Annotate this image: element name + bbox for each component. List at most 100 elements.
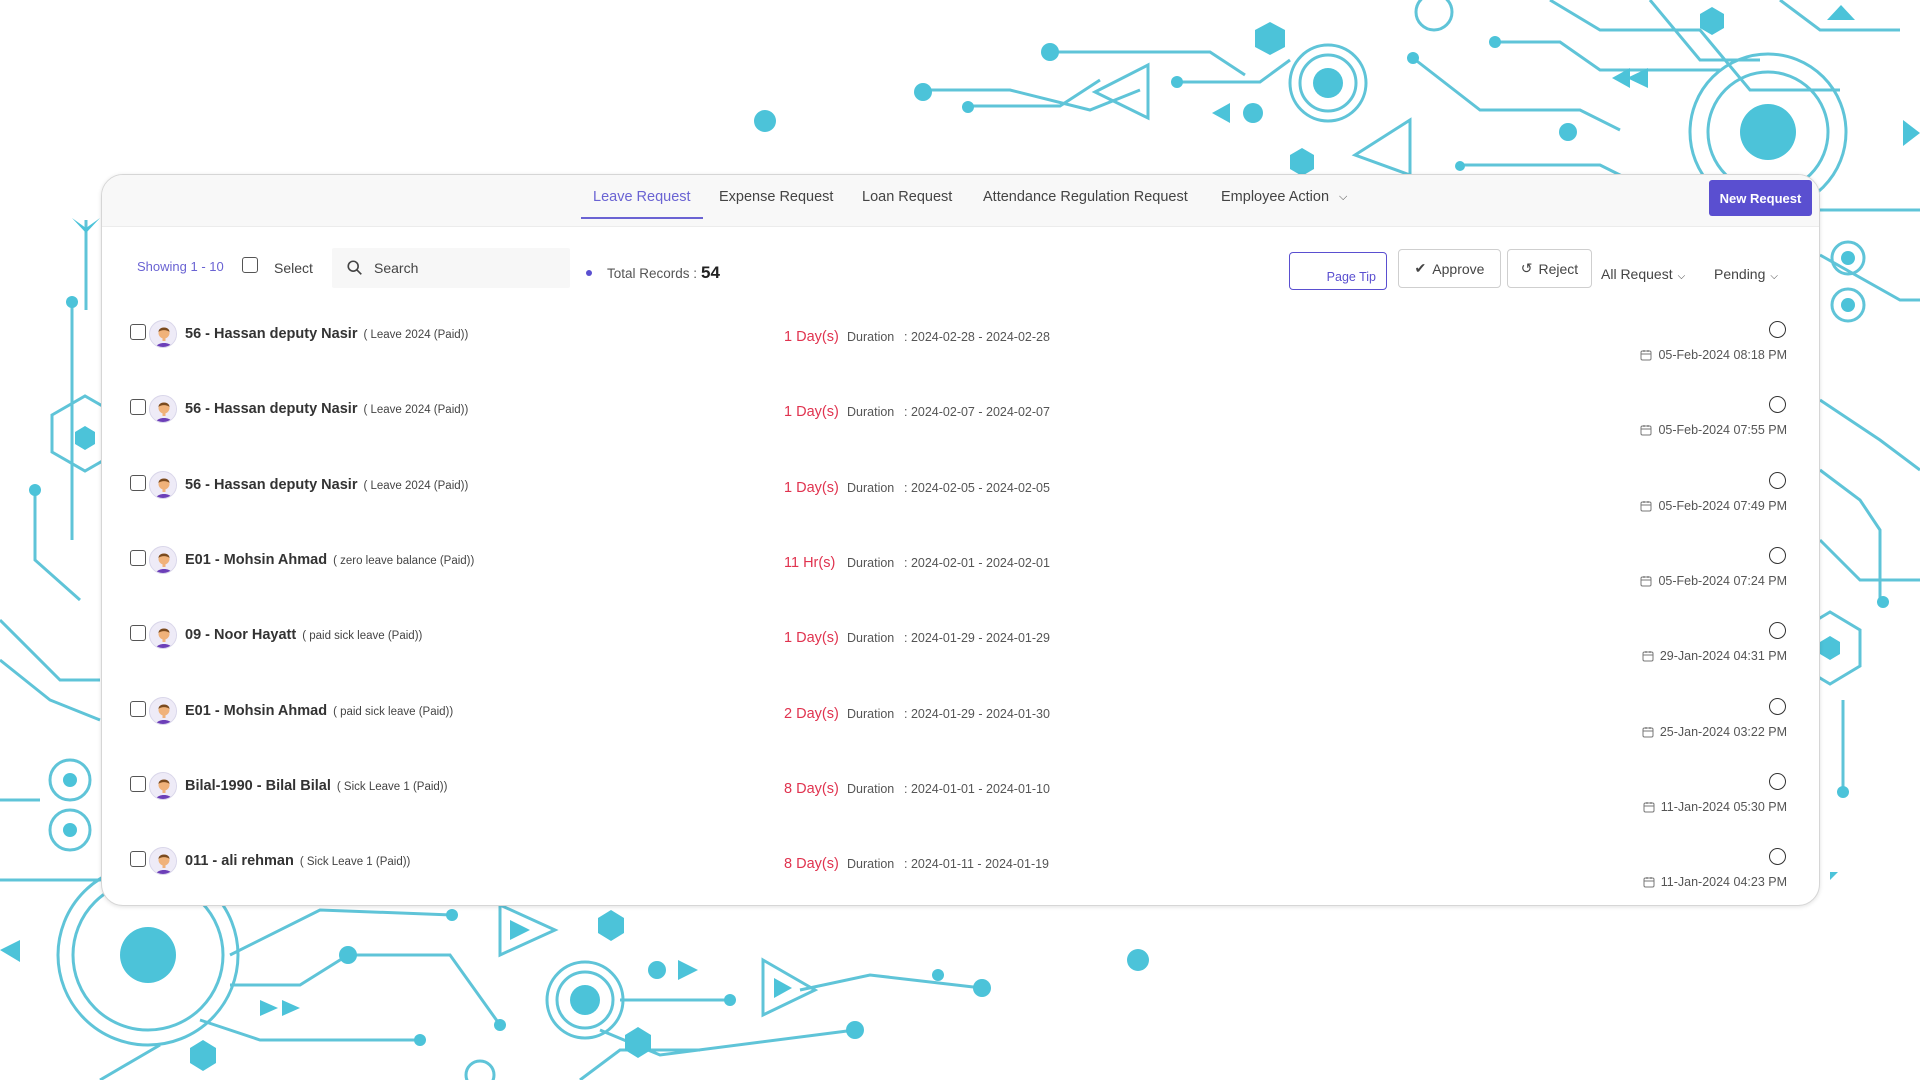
calendar-icon [1640,500,1652,512]
date-range: : 2024-02-05 - 2024-02-05 [904,480,1050,495]
chevron-down-icon: ⌵ [1339,191,1348,203]
timestamp-text: 05-Feb-2024 07:24 PM [1658,573,1787,588]
status-filter[interactable]: Pending ⌵ [1714,266,1778,282]
tab-expense-request[interactable]: Expense Request [719,189,833,219]
request-timestamp: 05-Feb-2024 07:24 PM [1640,574,1787,588]
duration-label: Duration [847,706,895,721]
timestamp-text: 05-Feb-2024 07:49 PM [1658,498,1787,513]
avatar [149,621,177,650]
avatar [149,470,177,499]
duration-value: 1 Day(s) [784,404,839,421]
row-checkbox[interactable] [130,775,146,792]
tab-attendance-regulation-request[interactable]: Attendance Regulation Request [983,189,1188,219]
page-tip-button[interactable]: Page Tip [1289,252,1387,290]
row-checkbox[interactable] [130,625,146,642]
row-checkbox[interactable] [130,851,146,868]
employee-name-text: 56 - Hassan deputy Nasir [185,476,358,493]
request-timestamp: 05-Feb-2024 07:55 PM [1640,423,1787,437]
duration-label: Duration [847,631,895,646]
date-range: : 2024-01-11 - 2024-01-19 [904,857,1050,872]
timestamp-text: 29-Jan-2024 04:31 PM [1659,649,1787,664]
search-icon [347,260,362,275]
list-item[interactable]: 09 - Noor Hayatt ( paid sick leave (Paid)… [102,621,1819,696]
date-range: : 2024-02-07 - 2024-02-07 [904,405,1050,420]
new-request-button[interactable]: New Request [1709,180,1812,216]
list-item[interactable]: 011 - ali rehman ( Sick Leave 1 (Paid)) 8 … [102,847,1819,905]
employee-name-text: 09 - Noor Hayatt [185,627,297,644]
check-icon: ✔ [1414,260,1427,276]
calendar-icon [1640,349,1652,361]
row-radio[interactable] [1769,622,1786,640]
list-item[interactable]: Bilal-1990 - Bilal Bilal ( Sick Leave 1 (… [102,771,1819,847]
status-value: Pending [1714,266,1766,282]
employee-name: 56 - Hassan deputy Nasir ( Leave 2024 (Pa… [185,326,468,342]
employee-name: 011 - ali rehman ( Sick Leave 1 (Paid)) [185,853,410,869]
duration-value: 8 Day(s) [784,780,839,797]
row-radio[interactable] [1769,396,1786,414]
timestamp-text: 11-Jan-2024 05:30 PM [1660,799,1787,814]
duration-value: 1 Day(s) [784,630,839,647]
list-item[interactable]: E01 - Mohsin Ahmad ( paid sick leave (Pai… [102,696,1819,772]
leave-type: ( zero leave balance (Paid)) [333,554,475,567]
bullet-dot [586,270,592,276]
leave-type: ( Leave 2024 (Paid)) [363,329,469,341]
row-radio[interactable] [1769,546,1786,564]
row-checkbox[interactable] [130,549,146,566]
tab-leave-request[interactable]: Leave Request [581,189,703,219]
row-radio[interactable] [1769,697,1786,715]
employee-name: 09 - Noor Hayatt ( paid sick leave (Paid)… [185,627,422,643]
row-radio[interactable] [1769,321,1786,338]
leave-type: ( Leave 2024 (Paid)) [363,479,469,492]
employee-name-text: 011 - ali rehman [185,853,294,870]
date-range: : 2024-02-28 - 2024-02-28 [904,330,1050,344]
request-type-value: All Request [1601,266,1673,282]
date-range: : 2024-02-01 - 2024-02-01 [904,555,1050,570]
employee-name: 56 - Hassan deputy Nasir ( Leave 2024 (Pa… [185,401,468,417]
row-checkbox[interactable] [130,324,146,340]
row-radio[interactable] [1769,471,1786,489]
calendar-icon [1642,726,1654,738]
list-item[interactable]: 56 - Hassan deputy Nasir ( Leave 2024 (Pa… [102,470,1819,546]
search-input[interactable] [374,260,554,276]
select-label: Select [274,260,313,276]
requests-panel: Leave Request Expense Request Loan Reque… [101,174,1820,906]
calendar-icon [1643,801,1655,813]
date-range: : 2024-01-29 - 2024-01-30 [904,706,1050,721]
list-item[interactable]: E01 - Mohsin Ahmad ( zero leave balance (… [102,545,1819,621]
request-timestamp: 11-Jan-2024 05:30 PM [1643,800,1787,814]
list-item[interactable]: 56 - Hassan deputy Nasir ( Leave 2024 (Pa… [102,395,1819,470]
calendar-icon [1640,575,1652,587]
duration-value: 1 Day(s) [784,479,839,496]
leave-type: ( Sick Leave 1 (Paid)) [336,780,448,793]
select-all-checkbox[interactable] [242,257,258,273]
tab-loan-request[interactable]: Loan Request [862,189,952,219]
tab-employee-action[interactable]: Employee Action ⌵ [1221,189,1347,219]
leave-type: ( paid sick leave (Paid)) [333,705,454,718]
employee-name-text: E01 - Mohsin Ahmad [185,702,328,719]
duration-value: 11 Hr(s) [784,554,836,571]
total-records-value: 54 [701,263,720,282]
duration-label: Duration [847,480,895,495]
calendar-icon [1643,876,1655,888]
list-item[interactable]: 56 - Hassan deputy Nasir ( Leave 2024 (Pa… [102,320,1819,395]
request-timestamp: 11-Jan-2024 04:23 PM [1643,875,1787,889]
approve-button[interactable]: ✔ Approve [1398,249,1501,288]
row-radio[interactable] [1769,772,1786,790]
employee-name-text: Bilal-1990 - Bilal Bilal [185,777,331,794]
employee-name-text: 56 - Hassan deputy Nasir [185,401,358,418]
row-checkbox[interactable] [130,700,146,717]
employee-name: 56 - Hassan deputy Nasir ( Leave 2024 (Pa… [185,477,468,493]
request-timestamp: 29-Jan-2024 04:31 PM [1642,649,1787,663]
duration-label: Duration [847,330,895,344]
duration-value: 1 Day(s) [784,329,839,345]
request-type-filter[interactable]: All Request ⌵ [1601,266,1685,282]
request-timestamp: 25-Jan-2024 03:22 PM [1642,725,1787,739]
row-checkbox[interactable] [130,474,146,491]
duration-value: 8 Day(s) [784,856,839,873]
row-checkbox[interactable] [130,399,146,416]
approve-label: Approve [1432,260,1485,277]
row-radio[interactable] [1769,848,1786,866]
reject-button[interactable]: ↺ Reject [1507,249,1592,288]
duration-label: Duration [847,405,895,420]
employee-name: E01 - Mohsin Ahmad ( zero leave balance (… [185,552,474,568]
